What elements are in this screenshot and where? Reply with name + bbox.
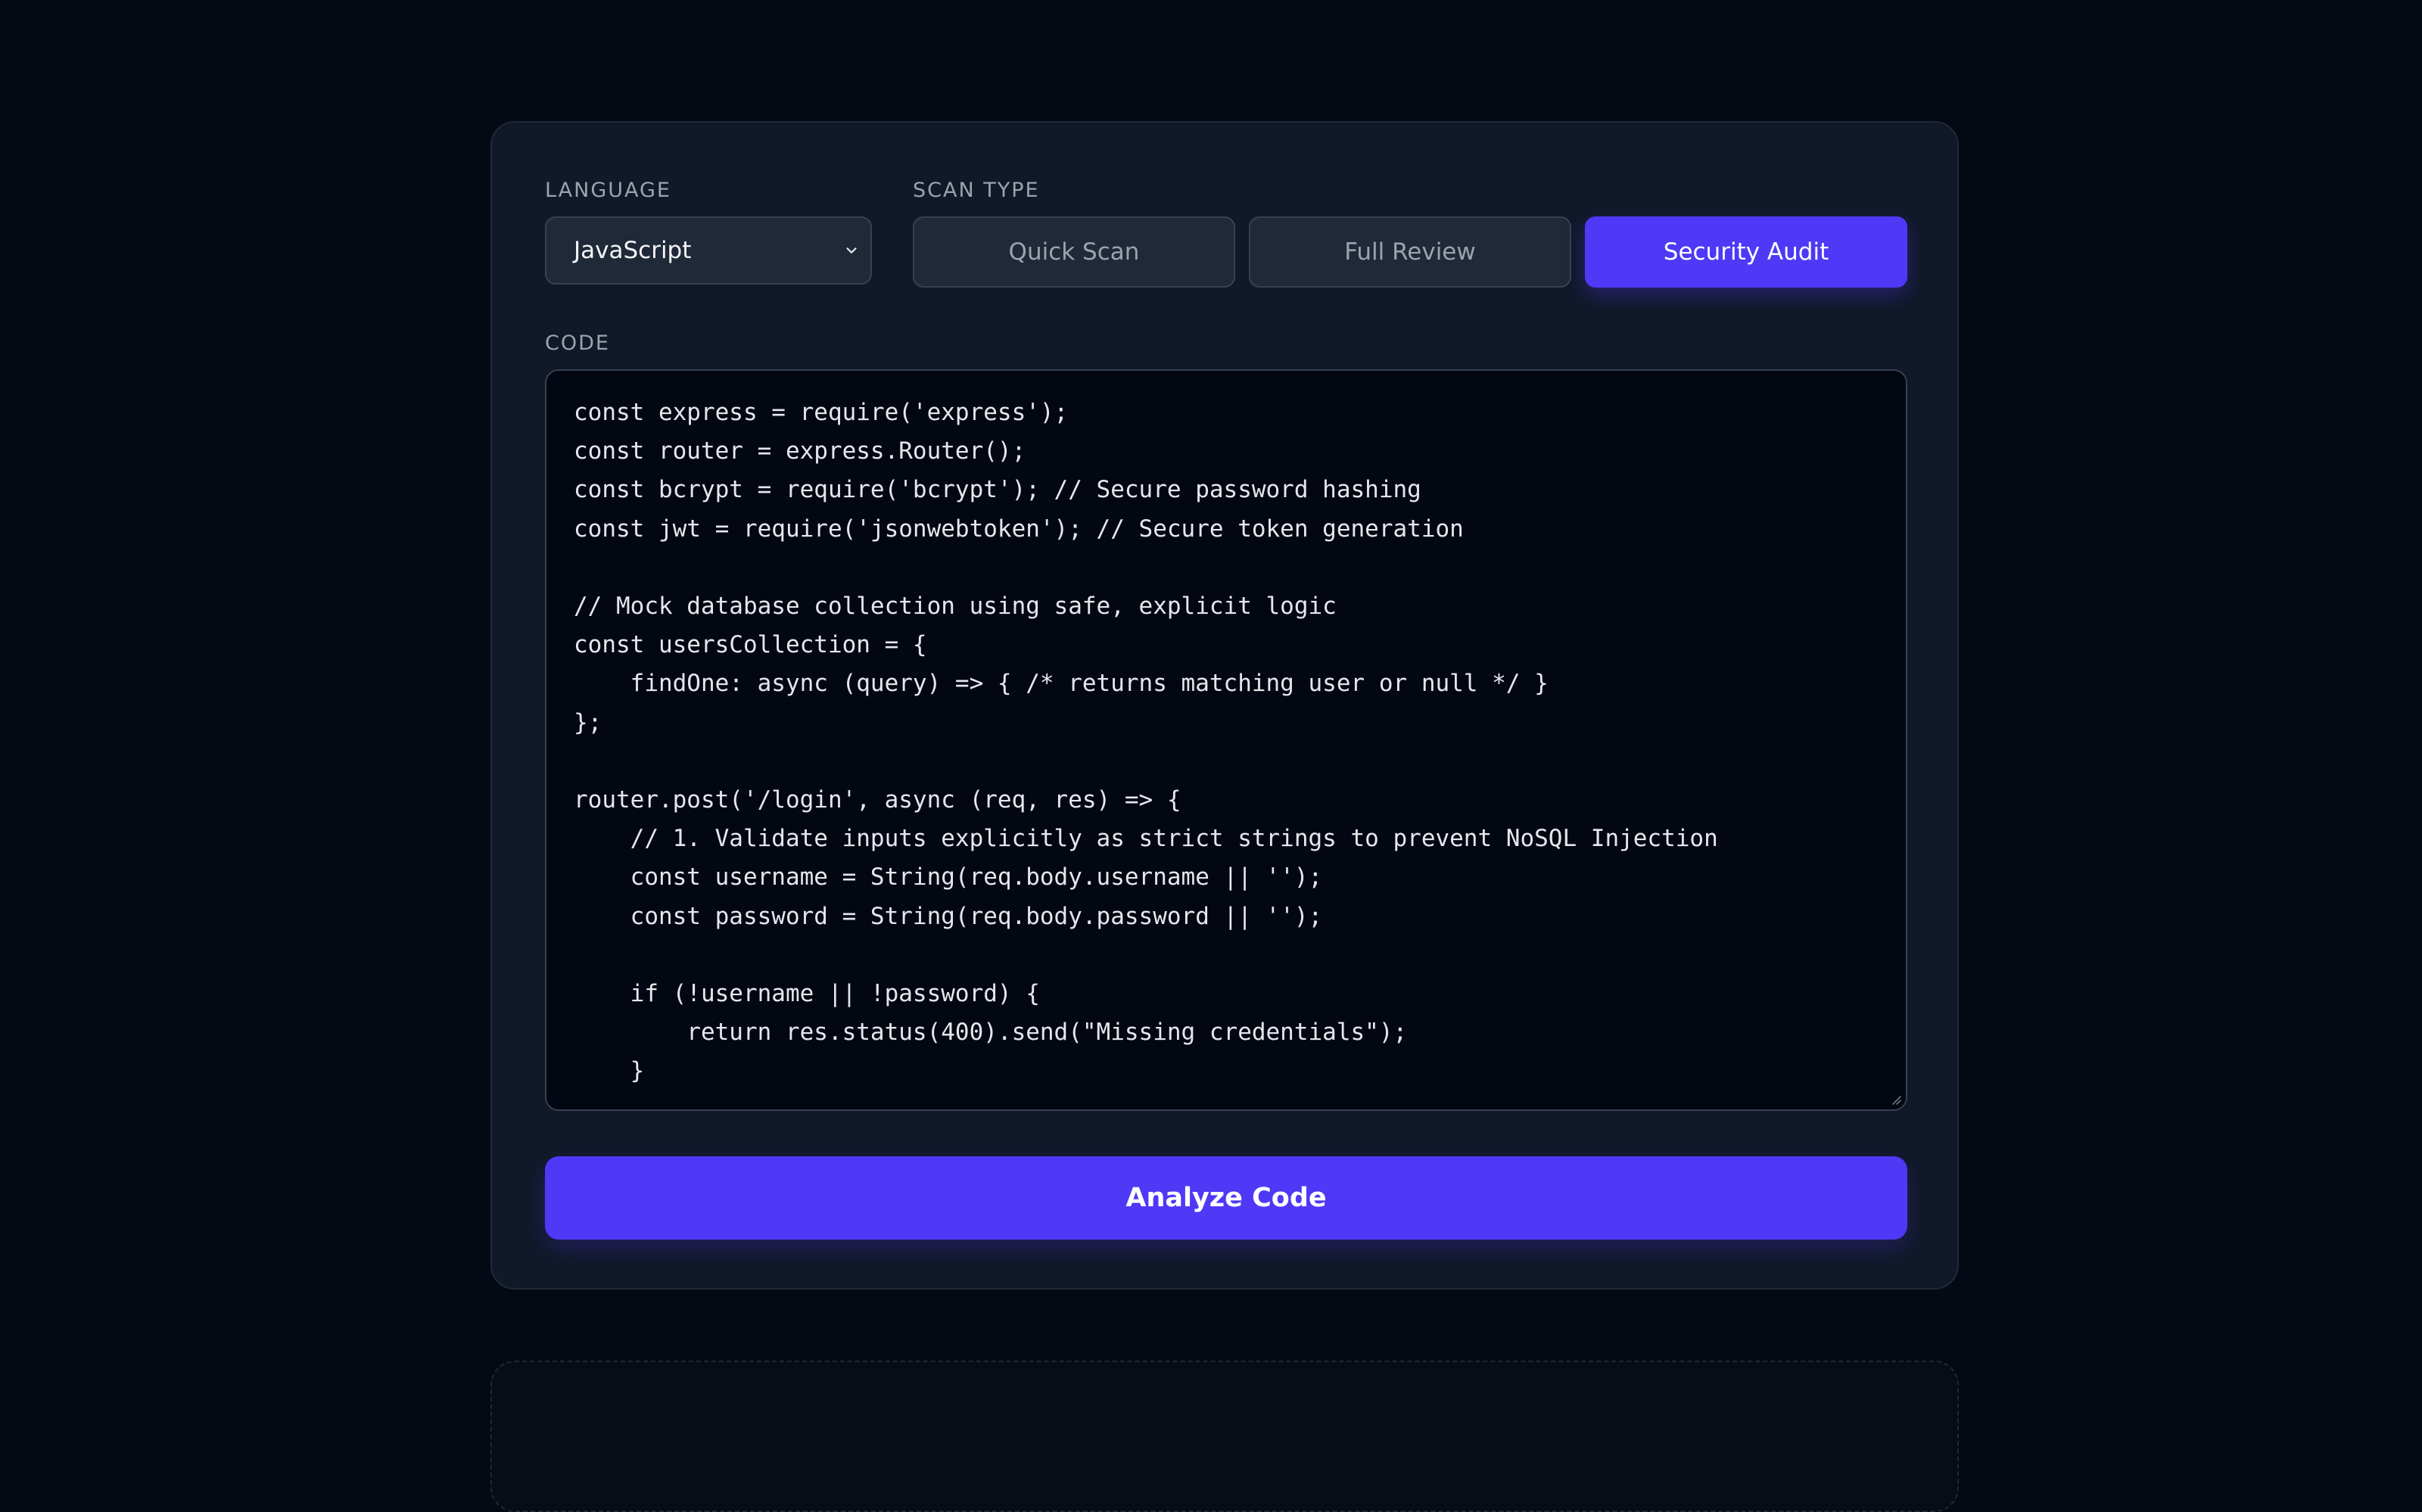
code-label: CODE — [545, 331, 610, 355]
language-select-value: JavaScript — [574, 237, 692, 264]
full-review-button[interactable]: Full Review — [1249, 216, 1571, 288]
language-select[interactable]: JavaScript — [545, 216, 872, 285]
chevron-down-icon — [846, 247, 857, 254]
scan-type-label: SCAN TYPE — [913, 179, 1040, 202]
code-content: const express = require('express'); cons… — [574, 399, 1718, 1085]
code-analysis-panel: LANGUAGE JavaScript SCAN TYPE Quick Scan… — [490, 121, 1959, 1290]
code-textarea[interactable]: const express = require('express'); cons… — [545, 369, 1907, 1111]
resize-handle-icon[interactable] — [1889, 1093, 1901, 1105]
security-audit-button[interactable]: Security Audit — [1585, 216, 1907, 288]
results-panel — [490, 1361, 1959, 1512]
quick-scan-button[interactable]: Quick Scan — [913, 216, 1235, 288]
language-label: LANGUAGE — [545, 179, 671, 202]
analyze-code-button[interactable]: Analyze Code — [545, 1156, 1907, 1240]
